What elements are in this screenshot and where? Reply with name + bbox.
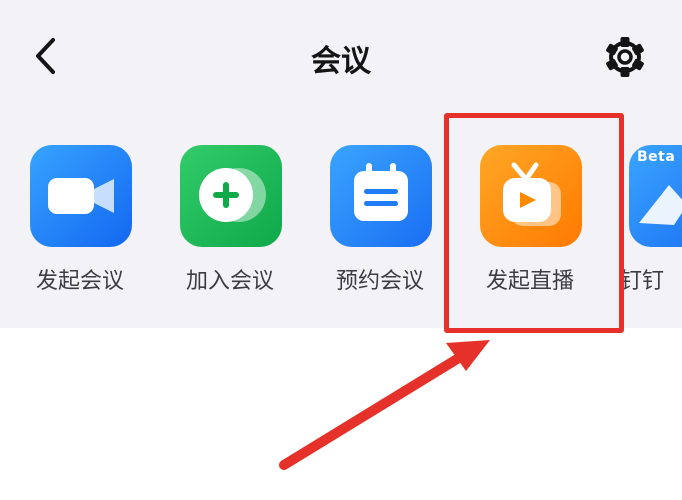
pointer-arrow bbox=[279, 340, 490, 470]
